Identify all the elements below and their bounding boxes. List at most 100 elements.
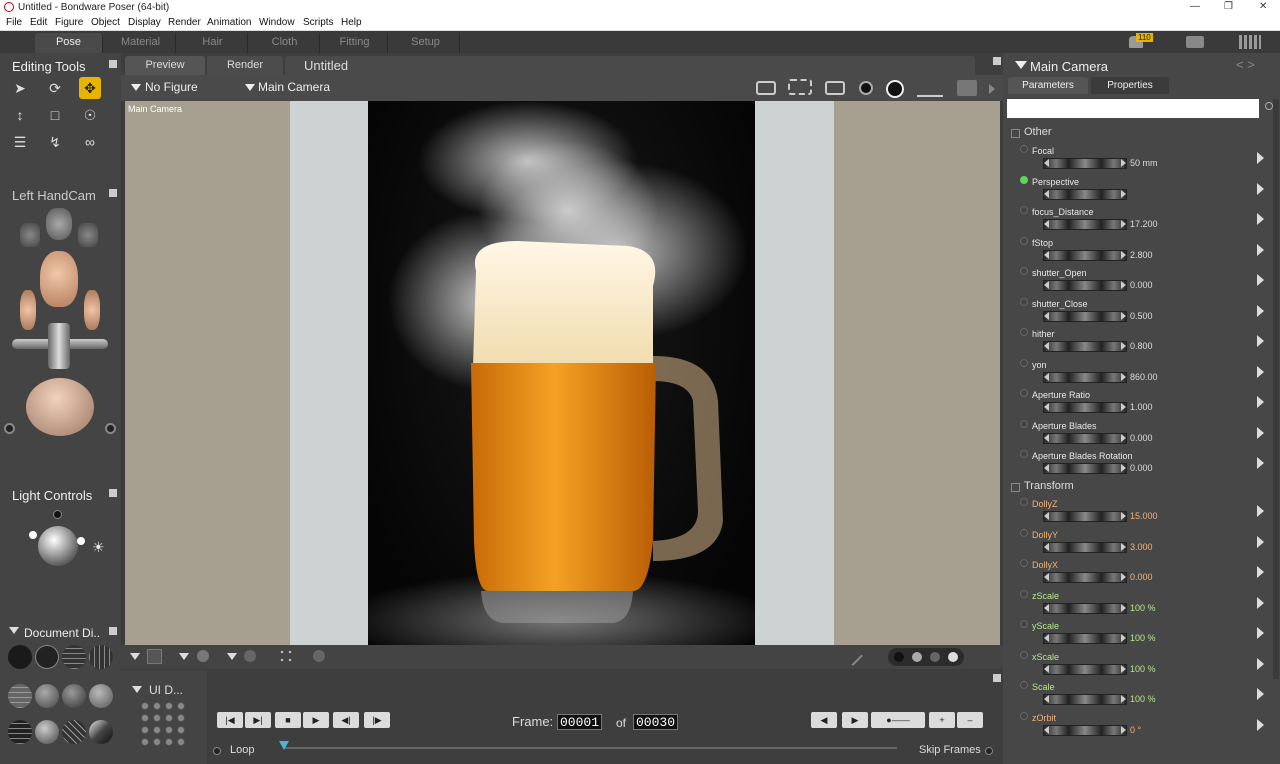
param-menu-arrow-icon[interactable]: [1257, 274, 1264, 286]
decrement-icon[interactable]: [1044, 189, 1049, 198]
param-menu-arrow-icon[interactable]: [1257, 535, 1264, 548]
panel-menu-icon[interactable]: [109, 189, 117, 197]
room-tab-hair[interactable]: Hair: [178, 33, 248, 53]
increment-icon[interactable]: [1121, 664, 1126, 673]
decrement-icon[interactable]: [1044, 695, 1049, 703]
previous-frame-button[interactable]: ◀|: [333, 712, 359, 728]
library-icon[interactable]: [1239, 35, 1261, 49]
param-menu-arrow-icon[interactable]: [1257, 304, 1264, 317]
actor-title[interactable]: Main Camera: [1030, 59, 1108, 74]
parameter-search-input[interactable]: [1007, 99, 1259, 118]
view-option-2[interactable]: [912, 652, 922, 662]
light-handle-icon[interactable]: [53, 510, 62, 519]
chat-icon[interactable]: [1186, 36, 1204, 48]
increment-icon[interactable]: [1121, 512, 1126, 520]
tab-properties[interactable]: Properties: [1091, 77, 1169, 94]
menu-help[interactable]: Help: [341, 17, 362, 28]
select-arrow-icon[interactable]: ➤: [9, 77, 31, 99]
param-dial[interactable]: [1043, 663, 1127, 675]
decrement-icon[interactable]: [1044, 372, 1049, 381]
key-frames-button[interactable]: ●――: [871, 712, 925, 728]
delete-key-button[interactable]: –: [957, 712, 983, 728]
sphere-lit-icon[interactable]: [886, 80, 904, 98]
decrement-icon[interactable]: [1044, 342, 1049, 350]
group-collapse-box[interactable]: [1011, 129, 1020, 138]
param-radio[interactable]: [1020, 389, 1028, 397]
decrement-icon[interactable]: [1044, 403, 1049, 411]
param-radio[interactable]: [1020, 175, 1028, 184]
increment-icon[interactable]: [1121, 281, 1126, 289]
decrement-icon[interactable]: [1044, 542, 1049, 551]
menu-file[interactable]: File: [6, 17, 22, 28]
param-value[interactable]: 17.200: [1130, 219, 1158, 229]
sphere-dark-icon[interactable]: [859, 81, 873, 95]
view-option-4[interactable]: [948, 652, 958, 662]
color-icon[interactable]: ∞: [79, 131, 101, 153]
increment-icon[interactable]: [1121, 634, 1126, 642]
rotate-icon[interactable]: ⟳: [44, 77, 66, 99]
param-dial[interactable]: [1043, 541, 1127, 553]
camera-select[interactable]: Main Camera: [258, 80, 330, 94]
view-option-3[interactable]: [930, 652, 940, 662]
param-value[interactable]: 860.00: [1130, 372, 1158, 382]
param-dial[interactable]: [1043, 280, 1127, 291]
camera-dropdown-icon[interactable]: [245, 84, 255, 91]
param-dial[interactable]: [1043, 463, 1127, 474]
cartoon-style-icon[interactable]: [89, 684, 113, 708]
param-radio[interactable]: [1020, 589, 1028, 598]
increment-icon[interactable]: [1121, 372, 1126, 381]
param-value[interactable]: 0.800: [1130, 341, 1153, 351]
chain-break-icon[interactable]: ↯: [44, 131, 66, 153]
param-radio[interactable]: [1020, 450, 1028, 458]
param-menu-arrow-icon[interactable]: [1257, 182, 1264, 195]
param-value[interactable]: 15.000: [1130, 511, 1158, 521]
param-value[interactable]: 1.000: [1130, 402, 1153, 412]
right-hand-icon[interactable]: [84, 290, 100, 330]
camera-plane-icon[interactable]: [4, 423, 15, 434]
param-radio[interactable]: [1020, 358, 1028, 367]
param-menu-arrow-icon[interactable]: [1257, 688, 1264, 700]
param-menu-arrow-icon[interactable]: [1257, 396, 1264, 408]
increment-icon[interactable]: [1121, 464, 1126, 472]
floor-color-icon[interactable]: [147, 649, 162, 664]
flat-shaded-style-icon[interactable]: [35, 684, 59, 708]
background-color-icon[interactable]: [278, 648, 294, 664]
menu-scripts[interactable]: Scripts: [303, 17, 334, 28]
param-value[interactable]: 100 %: [1130, 664, 1156, 674]
room-tab-cloth[interactable]: Cloth: [250, 33, 320, 53]
param-menu-arrow-icon[interactable]: [1257, 243, 1264, 256]
tab-parameters[interactable]: Parameters: [1008, 77, 1088, 94]
close-icon[interactable]: ✕: [1259, 1, 1267, 12]
menu-window[interactable]: Window: [259, 17, 295, 28]
param-radio[interactable]: [1020, 297, 1028, 306]
room-tab-setup[interactable]: Setup: [392, 33, 460, 53]
param-dial[interactable]: [1043, 724, 1127, 736]
render-camera-icon[interactable]: [825, 81, 845, 95]
param-dial[interactable]: [1043, 402, 1127, 413]
param-value[interactable]: 100 %: [1130, 694, 1156, 704]
decrement-icon[interactable]: [1044, 512, 1049, 520]
hidden-line-style-icon[interactable]: [89, 645, 113, 669]
previous-key-button[interactable]: ◀: [811, 712, 837, 728]
search-icon[interactable]: [1265, 102, 1273, 110]
loop-radio[interactable]: [213, 747, 221, 755]
timeline-scrubber-handle[interactable]: [279, 741, 289, 750]
translate-move-icon[interactable]: ✥: [79, 77, 101, 99]
collapse-triangle-icon[interactable]: [132, 686, 142, 693]
timeline-scrubber-track[interactable]: [284, 747, 897, 749]
viewport[interactable]: Main Camera: [125, 101, 1000, 645]
panel-menu-icon[interactable]: [109, 60, 117, 68]
increment-icon[interactable]: [1121, 542, 1126, 551]
param-value[interactable]: 3.000: [1130, 542, 1153, 552]
param-radio[interactable]: [1020, 145, 1028, 153]
twist-icon[interactable]: ☉: [79, 104, 101, 126]
param-menu-arrow-icon[interactable]: [1257, 152, 1264, 164]
param-radio[interactable]: [1020, 559, 1028, 567]
room-tab-material[interactable]: Material: [106, 33, 176, 53]
param-value[interactable]: 2.800: [1130, 250, 1153, 260]
param-dial[interactable]: [1043, 432, 1127, 444]
menu-figure[interactable]: Figure: [55, 17, 83, 28]
decrement-icon[interactable]: [1044, 281, 1049, 289]
face-camera-icon[interactable]: [46, 208, 72, 240]
increment-icon[interactable]: [1121, 603, 1126, 612]
